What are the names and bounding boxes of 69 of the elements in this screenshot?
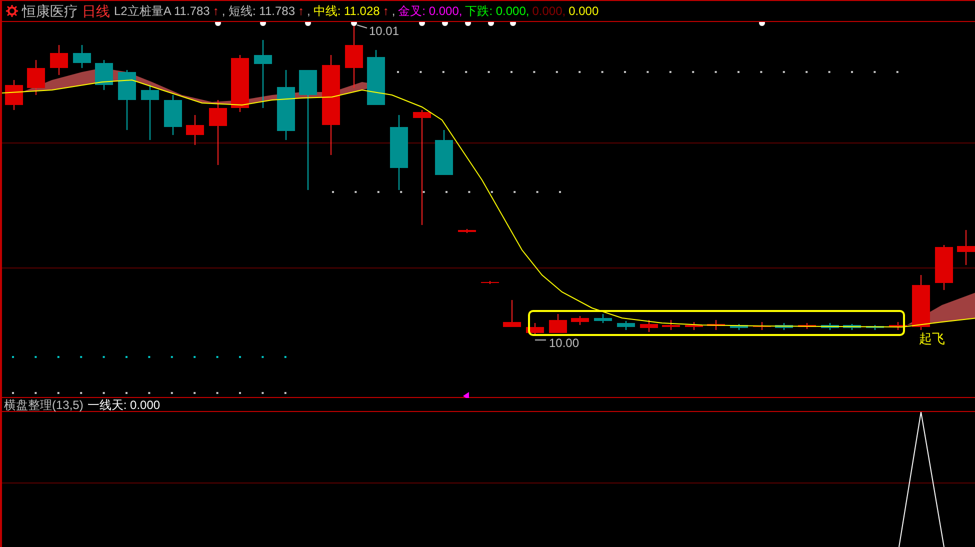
indicator-value: L2立桩量A 11.783 xyxy=(114,3,210,20)
candlestick xyxy=(95,60,113,90)
gear-icon[interactable] xyxy=(6,5,18,17)
star-marker-icon xyxy=(465,22,471,26)
candlestick xyxy=(27,60,45,96)
candlestick xyxy=(503,300,521,328)
triangle-marker-icon xyxy=(463,392,469,398)
candlestick xyxy=(889,322,907,330)
indicator-value: 下跌: 0.000, xyxy=(465,3,530,20)
candlestick xyxy=(231,54,249,112)
candlestick xyxy=(435,130,453,176)
candlestick xyxy=(5,80,23,110)
star-marker-icon xyxy=(759,22,765,26)
candlestick xyxy=(186,114,204,146)
indicator-value: , xyxy=(307,3,310,20)
low-price-label: 10.00 xyxy=(549,335,580,352)
candlestick xyxy=(209,100,227,166)
candlestick xyxy=(798,322,816,330)
star-marker-icon xyxy=(488,22,494,26)
indicator-value: , xyxy=(392,3,396,20)
indicator-value: ↑ xyxy=(212,3,219,20)
star-marker-icon xyxy=(305,22,311,26)
candlestick xyxy=(367,50,385,106)
candlestick xyxy=(957,230,975,266)
leader-line xyxy=(356,24,368,28)
candlestick xyxy=(912,274,930,330)
star-marker-icon xyxy=(215,22,221,26)
indicator-value: 0.000, xyxy=(532,3,566,20)
star-marker-icon xyxy=(510,22,516,26)
candlestick xyxy=(594,314,612,324)
candlestick xyxy=(866,324,884,330)
indicator-value: 0.000 xyxy=(568,3,599,20)
candlestick xyxy=(821,322,839,330)
candlestick xyxy=(730,324,748,330)
indicator-value: 一线天: 0.000 xyxy=(87,396,160,414)
candlestick xyxy=(753,322,771,330)
high-price-label: 10.01 xyxy=(369,23,400,40)
signal-label: 起飞 xyxy=(919,330,945,348)
candlestick xyxy=(640,320,658,332)
indicator-value: ↑ xyxy=(298,3,304,20)
stock-name: 恒康医疗 xyxy=(22,2,78,20)
candlestick xyxy=(481,280,499,284)
candlestick xyxy=(617,320,635,330)
star-marker-icon xyxy=(351,22,357,26)
candlestick xyxy=(571,316,589,326)
candlestick xyxy=(775,322,793,330)
star-marker-icon xyxy=(442,22,448,26)
candlestick xyxy=(685,322,703,330)
period-label[interactable]: 日线 xyxy=(82,0,110,22)
candlestick xyxy=(141,84,159,140)
indicator-title: 横盘整理(13,5) xyxy=(4,396,84,414)
candlestick xyxy=(254,40,272,108)
candlestick xyxy=(526,322,544,336)
candlestick xyxy=(73,44,91,68)
candlestick xyxy=(935,244,953,290)
candlestick xyxy=(549,314,567,334)
candlestick xyxy=(707,320,725,330)
candlestick xyxy=(277,70,295,140)
candlestick xyxy=(843,324,861,330)
indicator-value: 金叉: 0.000, xyxy=(398,3,462,20)
candlestick xyxy=(50,44,68,76)
indicator-value: , 短线: 11.783 xyxy=(222,3,295,20)
indicator-value: 中线: 11.028 xyxy=(313,3,380,20)
candlestick xyxy=(662,320,680,330)
star-marker-icon xyxy=(260,22,266,26)
candlestick xyxy=(118,70,136,130)
candlestick xyxy=(164,94,182,136)
indicator-value: ↑ xyxy=(382,3,389,20)
star-marker-icon xyxy=(419,22,425,26)
